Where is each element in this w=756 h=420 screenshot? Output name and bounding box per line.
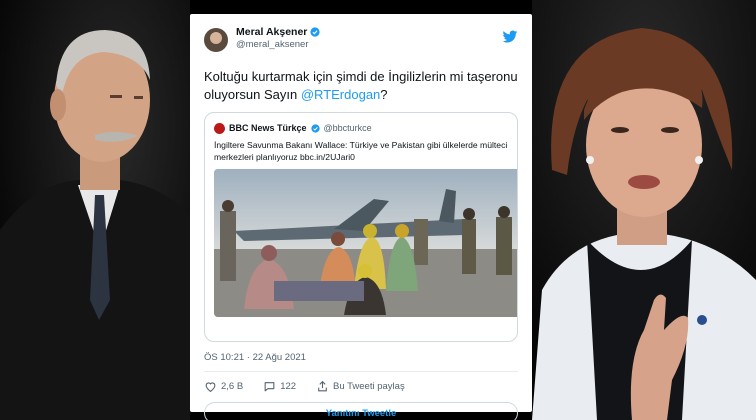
right-photo	[532, 0, 756, 420]
quoted-handle: @bbcturkce	[323, 123, 372, 133]
share-button[interactable]: Bu Tweeti paylaş	[316, 380, 405, 393]
comment-count: 122	[280, 380, 297, 392]
tweet-text-end: ?	[380, 87, 388, 102]
handle[interactable]: @meral_aksener	[236, 39, 502, 50]
verified-icon	[310, 27, 320, 37]
reply-tweet-button[interactable]: Yanıtını Tweetle	[204, 402, 518, 420]
quoted-tweet[interactable]: BBC News Türkçe @bbcturkce İngiltere Sav…	[204, 112, 518, 342]
comment-icon	[264, 381, 275, 391]
heart-icon	[205, 381, 216, 392]
twitter-bird-icon[interactable]	[502, 30, 518, 44]
quoted-text: İngiltere Savunma Bakanı Wallace: Türkiy…	[214, 140, 508, 162]
tweet-text: Koltuğu kurtarmak için şimdi de İngilizl…	[204, 68, 518, 104]
verified-icon	[310, 123, 320, 133]
comment-button[interactable]: 122	[263, 380, 296, 393]
mention-link[interactable]: @RTErdogan	[301, 87, 380, 102]
share-label: Bu Tweeti paylaş	[333, 380, 405, 392]
action-bar: 2,6 B 122 Bu Tweeti paylaş	[204, 372, 518, 400]
avatar[interactable]	[204, 28, 228, 52]
bbc-avatar-icon	[214, 122, 225, 134]
tweet-timestamp[interactable]: ÖS 10:21 · 22 Ağu 2021	[204, 352, 518, 363]
quoted-photo[interactable]	[214, 169, 517, 317]
quoted-display-name: BBC News Türkçe	[229, 123, 307, 133]
tweet-card: Meral Akşener @meral_aksener Koltuğu kur…	[190, 14, 532, 420]
share-icon	[318, 380, 327, 391]
left-photo	[0, 0, 190, 420]
like-button[interactable]: 2,6 B	[204, 380, 243, 393]
display-name[interactable]: Meral Akşener	[236, 26, 307, 38]
tweet-header: Meral Akşener @meral_aksener	[204, 26, 518, 62]
like-count: 2,6 B	[221, 380, 244, 392]
